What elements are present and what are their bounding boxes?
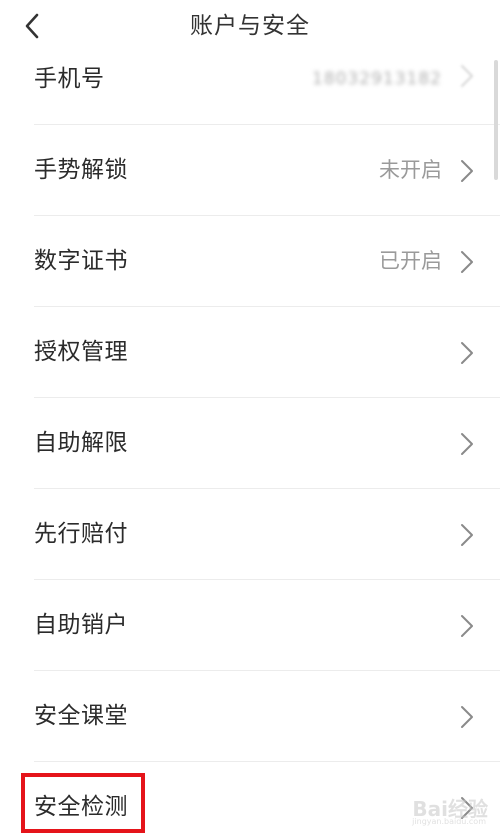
chevron-right-icon bbox=[461, 706, 473, 728]
row-label: 数字证书 bbox=[34, 248, 128, 274]
row-self-service-cancellation[interactable]: 自助销户 bbox=[0, 580, 500, 671]
row-advance-compensation[interactable]: 先行赔付 bbox=[0, 489, 500, 580]
row-digital-certificate[interactable]: 数字证书 已开启 bbox=[0, 216, 500, 307]
row-self-service-unlock[interactable]: 自助解限 bbox=[0, 398, 500, 489]
row-gesture-unlock[interactable]: 手势解锁 未开启 bbox=[0, 125, 500, 216]
chevron-right-icon bbox=[461, 615, 473, 637]
row-label: 手机号 bbox=[34, 66, 105, 92]
row-label: 安全课堂 bbox=[34, 703, 128, 729]
row-label: 授权管理 bbox=[34, 339, 128, 365]
row-label: 自助销户 bbox=[34, 612, 128, 638]
chevron-right-icon bbox=[461, 342, 473, 364]
chevron-right-icon bbox=[461, 433, 473, 455]
row-security-classroom[interactable]: 安全课堂 bbox=[0, 671, 500, 762]
chevron-right-icon bbox=[461, 251, 473, 273]
row-label: 自助解限 bbox=[34, 430, 128, 456]
row-phone-number[interactable]: 手机号 18032913182 bbox=[0, 34, 500, 125]
chevron-right-icon bbox=[461, 160, 473, 182]
highlight-annotation-box bbox=[21, 773, 145, 833]
account-security-screen: 账户与安全 手机号 18032913182 手势解锁 未开启 数字证书 已开启 bbox=[0, 0, 500, 835]
row-label: 手势解锁 bbox=[34, 157, 128, 183]
digital-certificate-status: 已开启 bbox=[379, 249, 442, 273]
settings-list: 手机号 18032913182 手势解锁 未开启 数字证书 已开启 授权管理 自… bbox=[0, 34, 500, 835]
watermark: Bai经验 jingyan.baidu.com bbox=[396, 791, 494, 831]
row-authorization-management[interactable]: 授权管理 bbox=[0, 307, 500, 398]
scrollbar[interactable] bbox=[494, 60, 498, 180]
gesture-unlock-status: 未开启 bbox=[379, 158, 442, 182]
phone-number-value: 18032913182 bbox=[312, 69, 442, 89]
chevron-right-icon bbox=[461, 65, 473, 87]
row-label: 先行赔付 bbox=[34, 521, 128, 547]
watermark-subtext: jingyan.baidu.com bbox=[412, 817, 486, 826]
chevron-right-icon bbox=[461, 524, 473, 546]
